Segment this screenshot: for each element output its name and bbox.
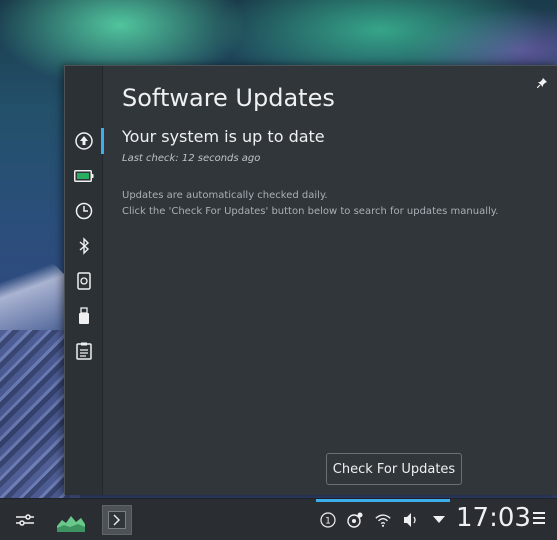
clipboard-icon[interactable] — [73, 340, 95, 362]
panel-menu-icon[interactable] — [533, 512, 545, 526]
application-launcher-button[interactable] — [10, 505, 40, 535]
pin-icon[interactable] — [536, 78, 549, 90]
kde-connect-icon[interactable] — [73, 270, 95, 292]
system-monitor-widget[interactable] — [56, 505, 86, 535]
update-status: Your system is up to date — [122, 127, 325, 146]
wallpaper-mountain-shadow — [0, 330, 70, 500]
bluetooth-icon[interactable] — [73, 235, 95, 257]
volume-icon[interactable] — [402, 511, 420, 529]
wifi-icon[interactable] — [374, 511, 392, 529]
updates-content: Software Updates Your system is up to da… — [122, 66, 557, 495]
software-updates-icon[interactable] — [73, 128, 104, 154]
info-text-line1: Updates are automatically checked daily. — [122, 190, 328, 201]
kde-connect-tray-icon[interactable] — [346, 511, 364, 529]
clock-icon[interactable] — [73, 200, 95, 222]
battery-icon[interactable] — [73, 165, 95, 187]
active-tray-indicator — [316, 499, 450, 502]
info-text-line2: Click the 'Check For Updates' button bel… — [122, 206, 499, 217]
notification-count: 1 — [325, 517, 331, 527]
system-tray-popup: Software Updates Your system is up to da… — [64, 65, 557, 495]
digital-clock[interactable]: 17:03 — [456, 503, 531, 533]
tray-sidebar — [65, 66, 104, 495]
terminal-task-button[interactable] — [102, 505, 132, 535]
notification-icon[interactable]: 1 — [319, 511, 337, 529]
page-title: Software Updates — [122, 84, 335, 112]
expand-arrow-icon[interactable] — [430, 511, 448, 529]
check-for-updates-button[interactable]: Check For Updates — [326, 453, 462, 485]
bottom-panel: 1 17:03 — [0, 498, 557, 540]
removable-device-icon[interactable] — [73, 305, 95, 327]
last-check-label: Last check: 12 seconds ago — [122, 153, 261, 164]
